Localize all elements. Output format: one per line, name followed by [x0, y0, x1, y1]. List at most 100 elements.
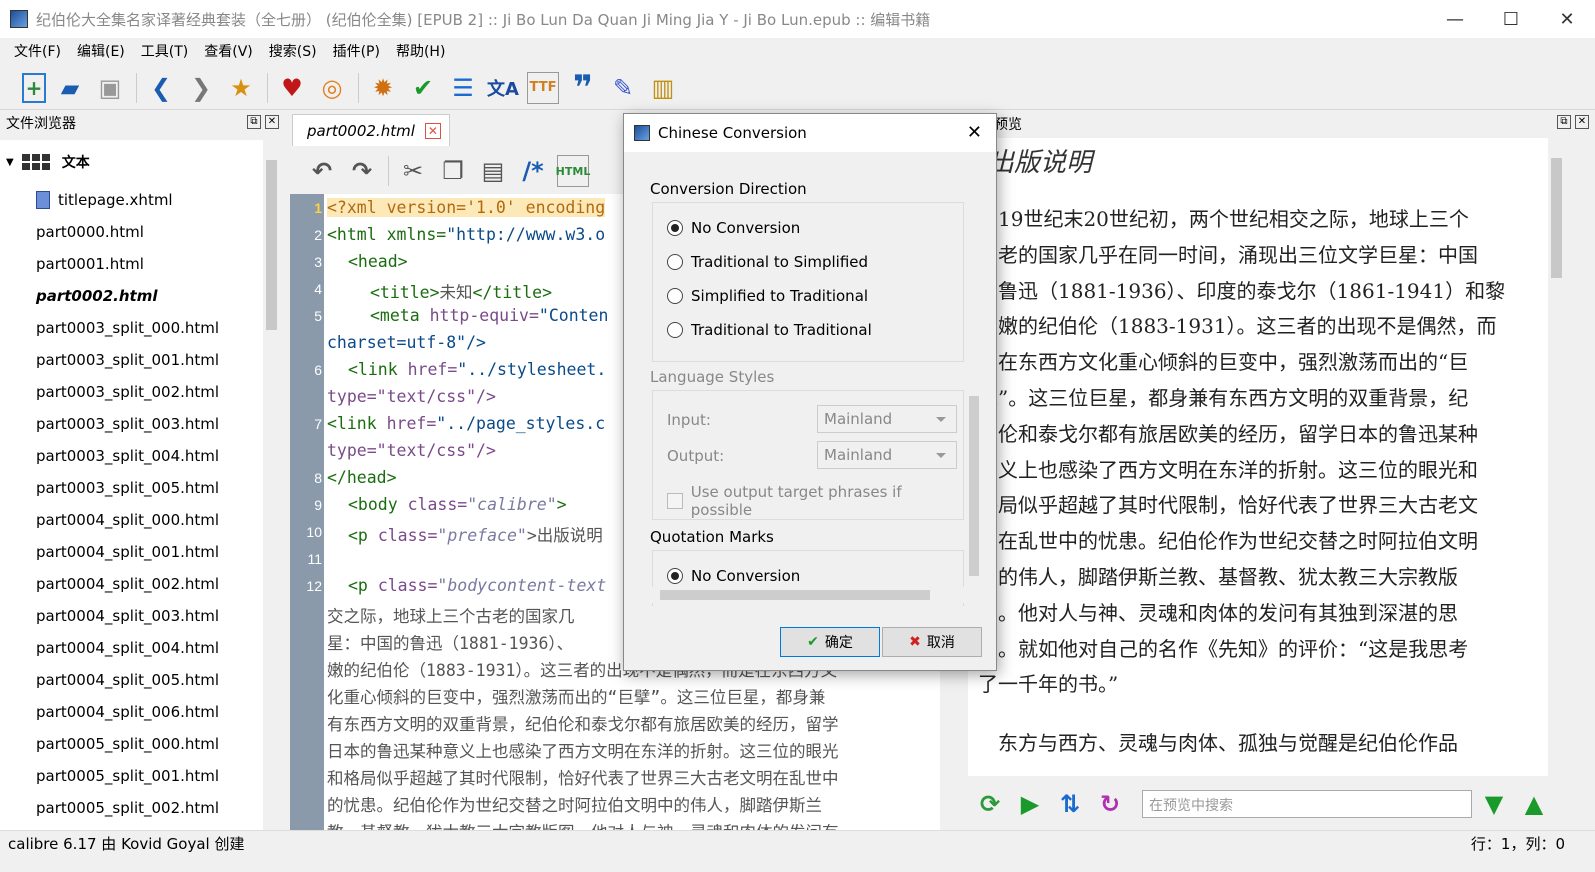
close-tab-icon[interactable]: ✕	[424, 122, 441, 139]
menu-help[interactable]: 帮助(H)	[388, 41, 453, 61]
close-window-button[interactable]: ✕	[1539, 0, 1595, 38]
expand-arrow-icon[interactable]: ▼	[6, 157, 14, 168]
file-item[interactable]: part0004_split_003.html	[0, 600, 263, 632]
checkpoint-icon[interactable]: ★	[225, 72, 257, 104]
file-item[interactable]: part0004_split_004.html	[0, 632, 263, 664]
file-item[interactable]: part0005_split_002.html	[0, 792, 263, 824]
radio-no-conversion[interactable]: No Conversion	[667, 219, 800, 237]
quote-icon[interactable]: ❞	[567, 68, 599, 108]
radio-quotes-no-conversion[interactable]: No Conversion	[667, 567, 800, 585]
beautify-html-icon[interactable]: HTML	[556, 155, 590, 187]
line-number: 8	[314, 470, 322, 486]
file-item[interactable]: part0004_split_002.html	[0, 568, 263, 600]
maximize-button[interactable]: ☐	[1483, 0, 1539, 38]
refresh-icon[interactable]: ⟳	[974, 788, 1006, 820]
stats-icon[interactable]: ▥	[647, 72, 679, 104]
heart-icon[interactable]: ♥	[276, 72, 308, 104]
paste-icon[interactable]: ▤	[477, 155, 509, 187]
output-label: Output:	[667, 447, 725, 465]
edit-eraser-icon[interactable]: ✎	[607, 72, 639, 104]
preview-search-input[interactable]: 在预览中搜索	[1142, 790, 1472, 818]
play-icon[interactable]: ▶	[1014, 788, 1046, 820]
file-item[interactable]: part0005_split_000.html	[0, 728, 263, 760]
file-item[interactable]: part0004_split_000.html	[0, 504, 263, 536]
output-style-select[interactable]: Mainland	[817, 441, 957, 469]
image-file-icon	[36, 191, 50, 209]
code-line: 化重心倾斜的巨变中，强烈激荡而出的“巨擘”。这三位巨星，都身兼	[327, 688, 826, 707]
dialog-horizontal-scrollbar[interactable]	[640, 587, 964, 603]
sync-scroll-icon[interactable]: ⇅	[1054, 788, 1086, 820]
use-target-phrases-checkbox[interactable]: Use output target phrases if possible	[667, 483, 963, 519]
redo-icon[interactable]: ↷	[346, 155, 378, 187]
font-icon[interactable]: TTF	[527, 71, 559, 104]
file-item[interactable]: part0000.html	[0, 216, 263, 248]
file-item[interactable]: part0005_split_001.html	[0, 760, 263, 792]
radio-unchecked-icon	[667, 288, 683, 304]
close-panel-icon[interactable]: ✕	[265, 115, 279, 129]
reload-icon[interactable]: ↻	[1094, 788, 1126, 820]
code-line: <html xmlns="http://www.w3.o	[327, 225, 606, 244]
cursor-position: 行：1，列：0	[1470, 835, 1565, 853]
bug-icon[interactable]: ✹	[367, 72, 399, 104]
line-number: 6	[314, 362, 322, 378]
copy-icon[interactable]: ❐	[437, 155, 469, 187]
file-tree-scrollbar[interactable]	[263, 140, 280, 830]
input-style-select[interactable]: Mainland	[817, 405, 957, 433]
status-bar: calibre 6.17 由 Kovid Goyal 创建 行：1，列：0	[0, 830, 1595, 856]
menu-view[interactable]: 查看(V)	[196, 41, 261, 61]
radio-simplified-to-traditional[interactable]: Simplified to Traditional	[667, 287, 868, 305]
file-item[interactable]: part0001.html	[0, 248, 263, 280]
code-line: 和格局似乎超越了其时代限制，恰好代表了世界三大古老文明在乱世中	[327, 769, 839, 788]
save-icon[interactable]: ▣	[94, 72, 126, 104]
file-item-active[interactable]: part0002.html	[0, 280, 263, 312]
close-dialog-icon[interactable]: ✕	[967, 122, 982, 143]
menu-search[interactable]: 搜索(S)	[261, 41, 325, 61]
menu-tools[interactable]: 工具(T)	[133, 41, 196, 61]
file-item[interactable]: part0003_split_004.html	[0, 440, 263, 472]
code-line: <p class="preface">出版说明	[348, 526, 603, 545]
back-arrow-icon[interactable]: ❮	[145, 72, 177, 104]
menu-edit[interactable]: 编辑(E)	[69, 41, 133, 61]
radio-traditional-to-traditional[interactable]: Traditional to Traditional	[667, 321, 872, 339]
file-item[interactable]: part0003_split_000.html	[0, 312, 263, 344]
preview-paragraph: 东方与西方、灵魂与肉体、孤独与觉醒是纪伯伦作品	[978, 731, 1458, 755]
spellcheck-icon[interactable]: ✔	[407, 72, 439, 104]
undock-icon[interactable]: ⧉	[1557, 115, 1571, 129]
undo-icon[interactable]: ↶	[306, 155, 338, 187]
regex-icon[interactable]: /*	[517, 155, 549, 187]
minimize-button[interactable]: —	[1427, 0, 1483, 38]
forward-arrow-icon[interactable]: ❯	[185, 72, 217, 104]
file-item[interactable]: part0004_split_001.html	[0, 536, 263, 568]
new-file-icon[interactable]: +	[22, 72, 46, 103]
file-item[interactable]: part0004_split_005.html	[0, 664, 263, 696]
translate-icon[interactable]: 文A	[487, 72, 519, 104]
preview-scrollbar[interactable]	[1548, 138, 1565, 776]
radio-checked-icon	[667, 568, 683, 584]
search-up-icon[interactable]: ▲	[1518, 788, 1550, 820]
cancel-button[interactable]: ✖ 取消	[882, 627, 982, 657]
reports-icon[interactable]: ☰	[447, 72, 479, 104]
file-item[interactable]: part0003_split_002.html	[0, 376, 263, 408]
radio-unchecked-icon	[667, 322, 683, 338]
file-item[interactable]: part0003_split_001.html	[0, 344, 263, 376]
tree-root-text[interactable]: ▼ 文本	[0, 140, 263, 184]
file-item[interactable]: part0003_split_003.html	[0, 408, 263, 440]
close-panel-icon[interactable]: ✕	[1575, 115, 1589, 129]
dialog-vertical-scrollbar[interactable]	[966, 166, 982, 586]
radio-traditional-to-simplified[interactable]: Traditional to Simplified	[667, 253, 868, 271]
file-item[interactable]: part0003_split_005.html	[0, 472, 263, 504]
lifebuoy-icon[interactable]: ◎	[316, 72, 348, 104]
checkbox-icon	[667, 493, 683, 509]
menu-plugins[interactable]: 插件(P)	[325, 41, 388, 61]
file-item[interactable]: titlepage.xhtml	[0, 184, 263, 216]
ok-button[interactable]: ✔ 确定	[780, 627, 880, 657]
open-folder-icon[interactable]: ▰	[54, 72, 86, 104]
file-item[interactable]: part0004_split_006.html	[0, 696, 263, 728]
tree-root-label: 文本	[61, 155, 90, 171]
undock-icon[interactable]: ⧉	[247, 115, 261, 129]
cut-icon[interactable]: ✂	[397, 155, 429, 187]
tab-part0002[interactable]: part0002.html ✕	[292, 114, 450, 146]
search-down-icon[interactable]: ▼	[1478, 788, 1510, 820]
line-number: 1	[314, 200, 322, 216]
menu-file[interactable]: 文件(F)	[6, 41, 69, 61]
